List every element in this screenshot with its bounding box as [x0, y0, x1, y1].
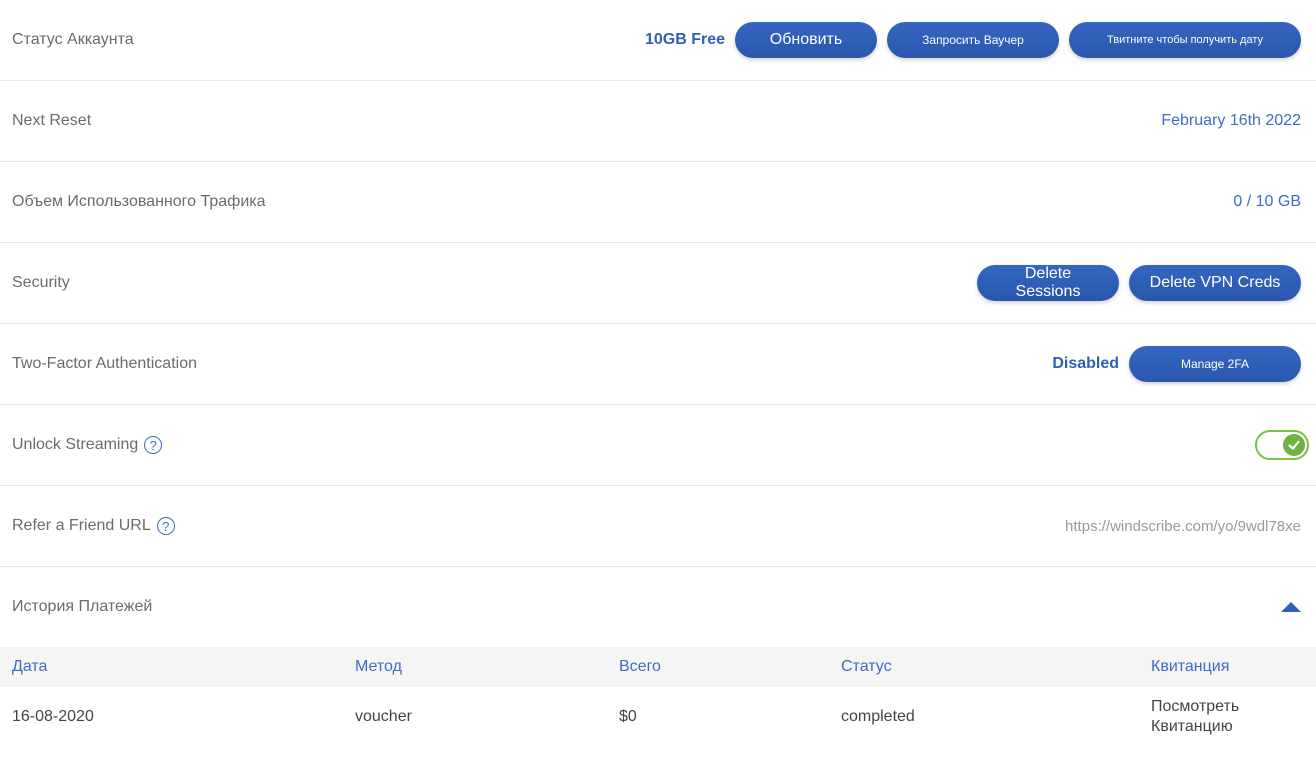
request-voucher-button[interactable]: Запросить Ваучер	[887, 22, 1059, 58]
unlock-streaming-label-wrap: Unlock Streaming ?	[12, 436, 163, 454]
row-security: Security Delete Sessions Delete VPN Cred…	[0, 243, 1316, 324]
next-reset-label: Next Reset	[12, 112, 92, 129]
two-factor-status: Disabled	[1052, 355, 1119, 372]
traffic-value: 0 / 10 GB	[1233, 193, 1301, 210]
payment-status: completed	[841, 708, 915, 725]
two-factor-label: Two-Factor Authentication	[12, 355, 197, 372]
traffic-label: Объем Использованного Трафика	[12, 193, 266, 210]
unlock-streaming-toggle[interactable]	[1255, 430, 1309, 460]
tweet-for-date-button[interactable]: Твитните чтобы получить дату	[1069, 22, 1301, 58]
security-label: Security	[12, 274, 70, 291]
help-icon[interactable]: ?	[156, 517, 175, 535]
refer-label: Refer a Friend URL	[12, 517, 151, 534]
account-status-actions: 10GB Free Обновить Запросить Ваучер Твит…	[645, 22, 1301, 58]
column-header-status: Статус	[841, 658, 892, 675]
upgrade-button[interactable]: Обновить	[735, 22, 877, 58]
row-account-status: Статус Аккаунта 10GB Free Обновить Запро…	[0, 0, 1316, 81]
check-icon	[1283, 434, 1305, 456]
two-factor-actions: Disabled Manage 2FA	[1052, 346, 1301, 382]
delete-sessions-button[interactable]: Delete Sessions	[977, 265, 1119, 301]
account-status-label: Статус Аккаунта	[12, 31, 134, 48]
delete-vpn-creds-button[interactable]: Delete VPN Creds	[1129, 265, 1301, 301]
payment-method: voucher	[355, 708, 412, 725]
plan-badge: 10GB Free	[644, 31, 725, 48]
help-icon[interactable]: ?	[144, 436, 163, 454]
table-row: 16-08-2020 voucher $0 completed Посмотре…	[0, 687, 1316, 747]
row-refer-friend: Refer a Friend URL ? https://windscribe.…	[0, 486, 1316, 567]
view-receipt-link[interactable]: Посмотреть Квитанцию	[1151, 697, 1271, 737]
row-unlock-streaming: Unlock Streaming ?	[0, 405, 1316, 486]
security-actions: Delete Sessions Delete VPN Creds	[977, 265, 1301, 301]
column-header-method: Метод	[355, 658, 402, 675]
refer-url[interactable]: https://windscribe.com/yo/9wdl78xe	[1065, 518, 1301, 535]
payment-total: $0	[619, 708, 637, 725]
refer-label-wrap: Refer a Friend URL ?	[12, 517, 175, 535]
payment-table-header: Дата Метод Всего Статус Квитанция	[0, 647, 1316, 687]
payment-history-label: История Платежей	[12, 598, 153, 615]
next-reset-value: February 16th 2022	[1161, 112, 1301, 129]
collapse-caret-icon[interactable]	[1281, 602, 1301, 612]
row-payment-history[interactable]: История Платежей	[0, 567, 1316, 647]
unlock-streaming-label: Unlock Streaming	[12, 436, 139, 453]
manage-2fa-button[interactable]: Manage 2FA	[1129, 346, 1301, 382]
column-header-date: Дата	[12, 658, 48, 675]
row-two-factor: Two-Factor Authentication Disabled Manag…	[0, 324, 1316, 405]
payment-date: 16-08-2020	[12, 708, 94, 725]
row-next-reset: Next Reset February 16th 2022	[0, 81, 1316, 162]
row-traffic: Объем Использованного Трафика 0 / 10 GB	[0, 162, 1316, 243]
column-header-total: Всего	[619, 658, 661, 675]
account-settings-page: Статус Аккаунта 10GB Free Обновить Запро…	[0, 0, 1316, 759]
column-header-receipt: Квитанция	[1151, 658, 1230, 675]
